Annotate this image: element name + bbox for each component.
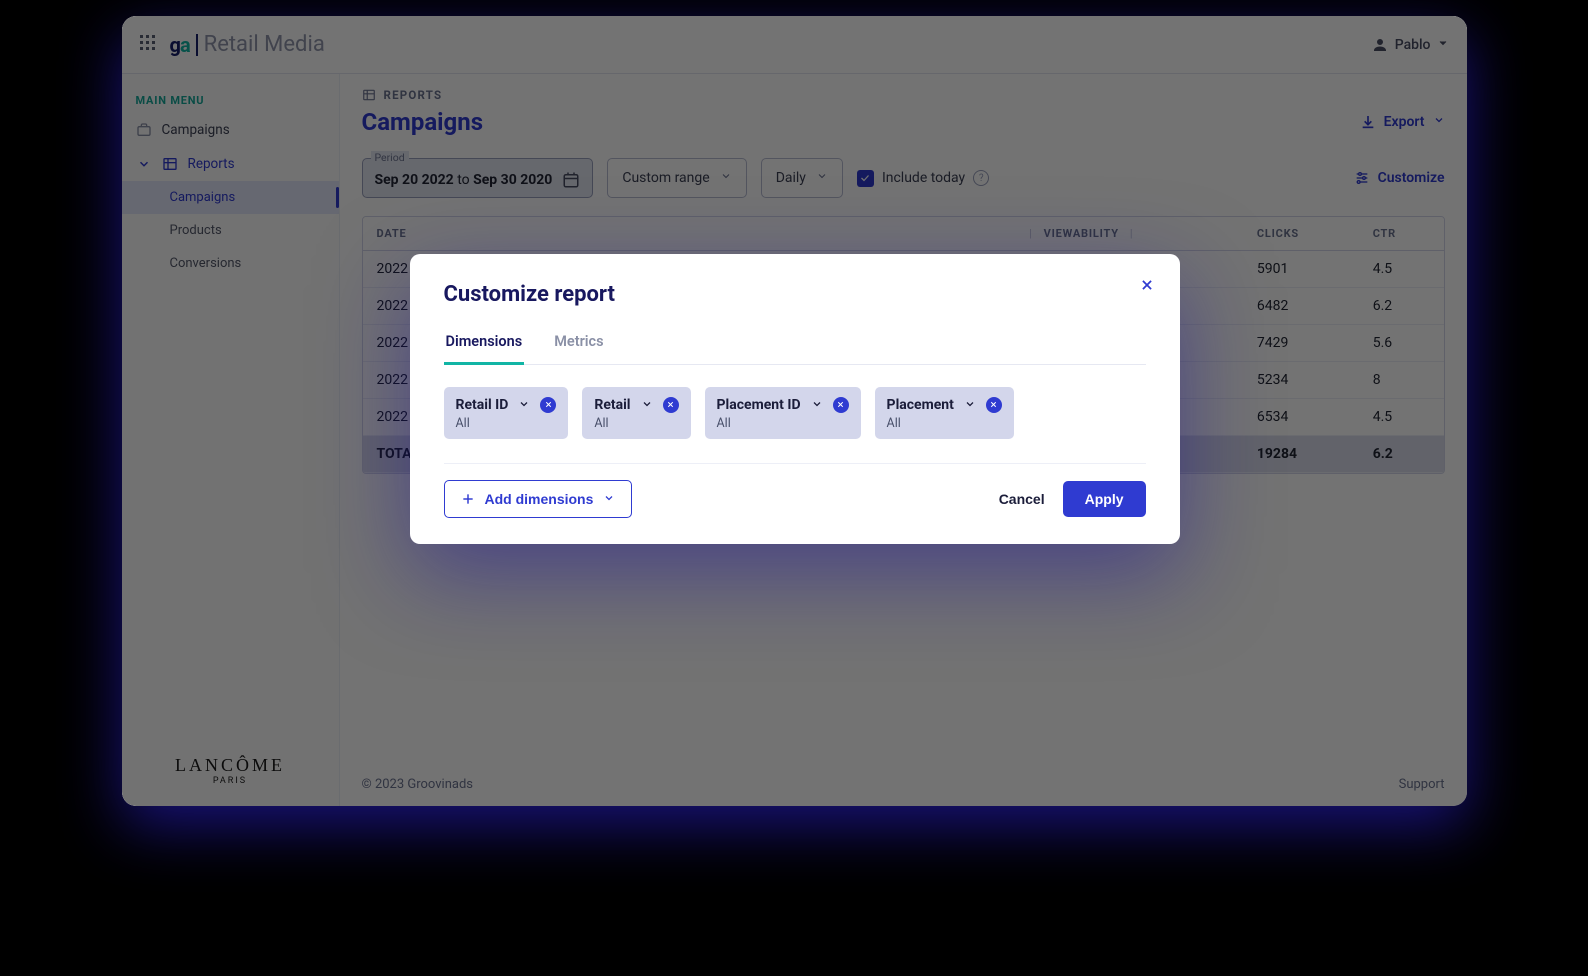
dimension-chips: Retail ID All Retail All Placement ID Al… (444, 387, 1146, 464)
close-icon (836, 400, 845, 409)
app-frame: ga Retail Media Pablo MAIN MENU Campaign… (122, 16, 1467, 806)
close-icon (666, 400, 675, 409)
chip-name: Retail (594, 397, 630, 413)
apply-button[interactable]: Apply (1063, 481, 1146, 517)
chip-name: Placement (887, 397, 954, 413)
chip-value: All (594, 416, 678, 431)
add-dimensions-button[interactable]: Add dimensions (444, 480, 633, 518)
close-icon (989, 400, 998, 409)
add-dimensions-label: Add dimensions (485, 491, 594, 507)
chevron-down-icon (518, 395, 530, 414)
dimension-chip[interactable]: Placement All (875, 387, 1014, 439)
chevron-down-icon (964, 395, 976, 414)
chevron-down-icon (811, 395, 823, 414)
chip-name: Retail ID (456, 397, 509, 413)
chevron-down-icon (641, 395, 653, 414)
modal-tabs: Dimensions Metrics (444, 333, 1146, 365)
remove-chip-button[interactable] (540, 397, 556, 413)
close-icon (544, 400, 553, 409)
remove-chip-button[interactable] (833, 397, 849, 413)
remove-chip-button[interactable] (663, 397, 679, 413)
modal-title: Customize report (444, 282, 1146, 307)
chip-name: Placement ID (717, 397, 801, 413)
chevron-down-icon (603, 491, 615, 507)
remove-chip-button[interactable] (986, 397, 1002, 413)
tab-dimensions[interactable]: Dimensions (444, 333, 525, 365)
dimension-chip[interactable]: Retail ID All (444, 387, 569, 439)
chip-value: All (717, 416, 849, 431)
dimension-chip[interactable]: Placement ID All (705, 387, 861, 439)
customize-report-modal: Customize report Dimensions Metrics Reta… (410, 254, 1180, 544)
cancel-button[interactable]: Cancel (981, 481, 1063, 517)
plus-icon (461, 492, 475, 506)
chip-value: All (887, 416, 1002, 431)
dimension-chip[interactable]: Retail All (582, 387, 690, 439)
chip-value: All (456, 416, 557, 431)
tab-metrics[interactable]: Metrics (552, 333, 605, 364)
close-icon (1140, 278, 1154, 292)
close-button[interactable] (1140, 278, 1154, 296)
